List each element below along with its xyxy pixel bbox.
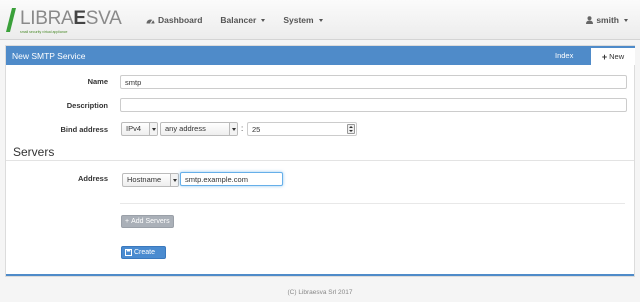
description-label: Description [66,101,108,110]
nav-dashboard-label: Dashboard [158,15,203,25]
add-servers-label: Add Servers [131,218,170,225]
save-icon [125,249,132,256]
nav-balancer[interactable]: Balancer [220,15,266,25]
address-label: Address [77,174,108,183]
nav-system[interactable]: System [283,15,323,25]
chevron-down-icon [170,174,178,186]
nav-system-label: System [283,15,314,25]
chevron-down-icon [229,123,237,135]
address-type-select[interactable]: Hostname [122,173,179,187]
port-value: 25 [252,125,261,134]
user-icon [586,16,594,24]
name-field[interactable]: smtp [120,75,627,89]
page-footer: (C) Libraesva Srl 2017 [287,289,353,296]
panel-title: New SMTP Service [12,51,86,61]
top-navbar: LIBRAESVA small security virtual applian… [0,0,640,40]
create-label: Create [134,249,156,256]
address-field[interactable]: smtp.example.com [180,172,283,186]
tab-new-label: New [609,52,625,61]
bind-address-select[interactable]: any address [160,122,238,136]
nav-balancer-label: Balancer [220,15,257,25]
ip-version-value: IPv4 [126,124,142,133]
dashboard-icon [146,19,155,24]
panel-footer-bar [6,274,634,276]
port-separator: : [241,124,244,133]
chevron-down-icon [149,123,157,135]
bind-address-value: any address [165,124,206,133]
chevron-down-icon [624,18,628,22]
address-type-value: Hostname [127,175,162,184]
form-divider [120,203,625,204]
bind-address-label: Bind address [60,125,108,134]
spinner-icon[interactable] [347,124,355,134]
logo-wordmark: LIBRAESVA [20,8,122,29]
add-servers-button[interactable]: + Add Servers [121,215,174,228]
user-menu[interactable]: smith [586,0,628,40]
servers-heading: Servers [13,145,55,159]
section-divider [6,160,634,161]
port-field[interactable]: 25 [247,122,357,136]
libraesva-logo[interactable]: LIBRAESVA small security virtual applian… [6,6,122,34]
plus-icon: + [125,218,130,225]
chevron-down-icon [318,18,323,22]
panel-header: New SMTP Service Index + New [6,46,635,65]
tab-new[interactable]: + New [591,46,635,65]
plus-icon: + [601,51,608,62]
logo-slash-icon [6,8,16,32]
create-button[interactable]: Create [121,246,166,259]
name-label: Name [87,77,108,86]
description-field[interactable] [120,98,627,112]
nav-dashboard[interactable]: Dashboard [146,15,202,25]
user-name: smith [596,15,619,25]
logo-tagline: small security virtual appliance [20,30,68,34]
tab-index[interactable]: Index [555,46,573,65]
smtp-service-panel: New SMTP Service Index + New Name smtp D… [5,45,635,277]
ip-version-select[interactable]: IPv4 [121,122,158,136]
chevron-down-icon [261,18,266,22]
